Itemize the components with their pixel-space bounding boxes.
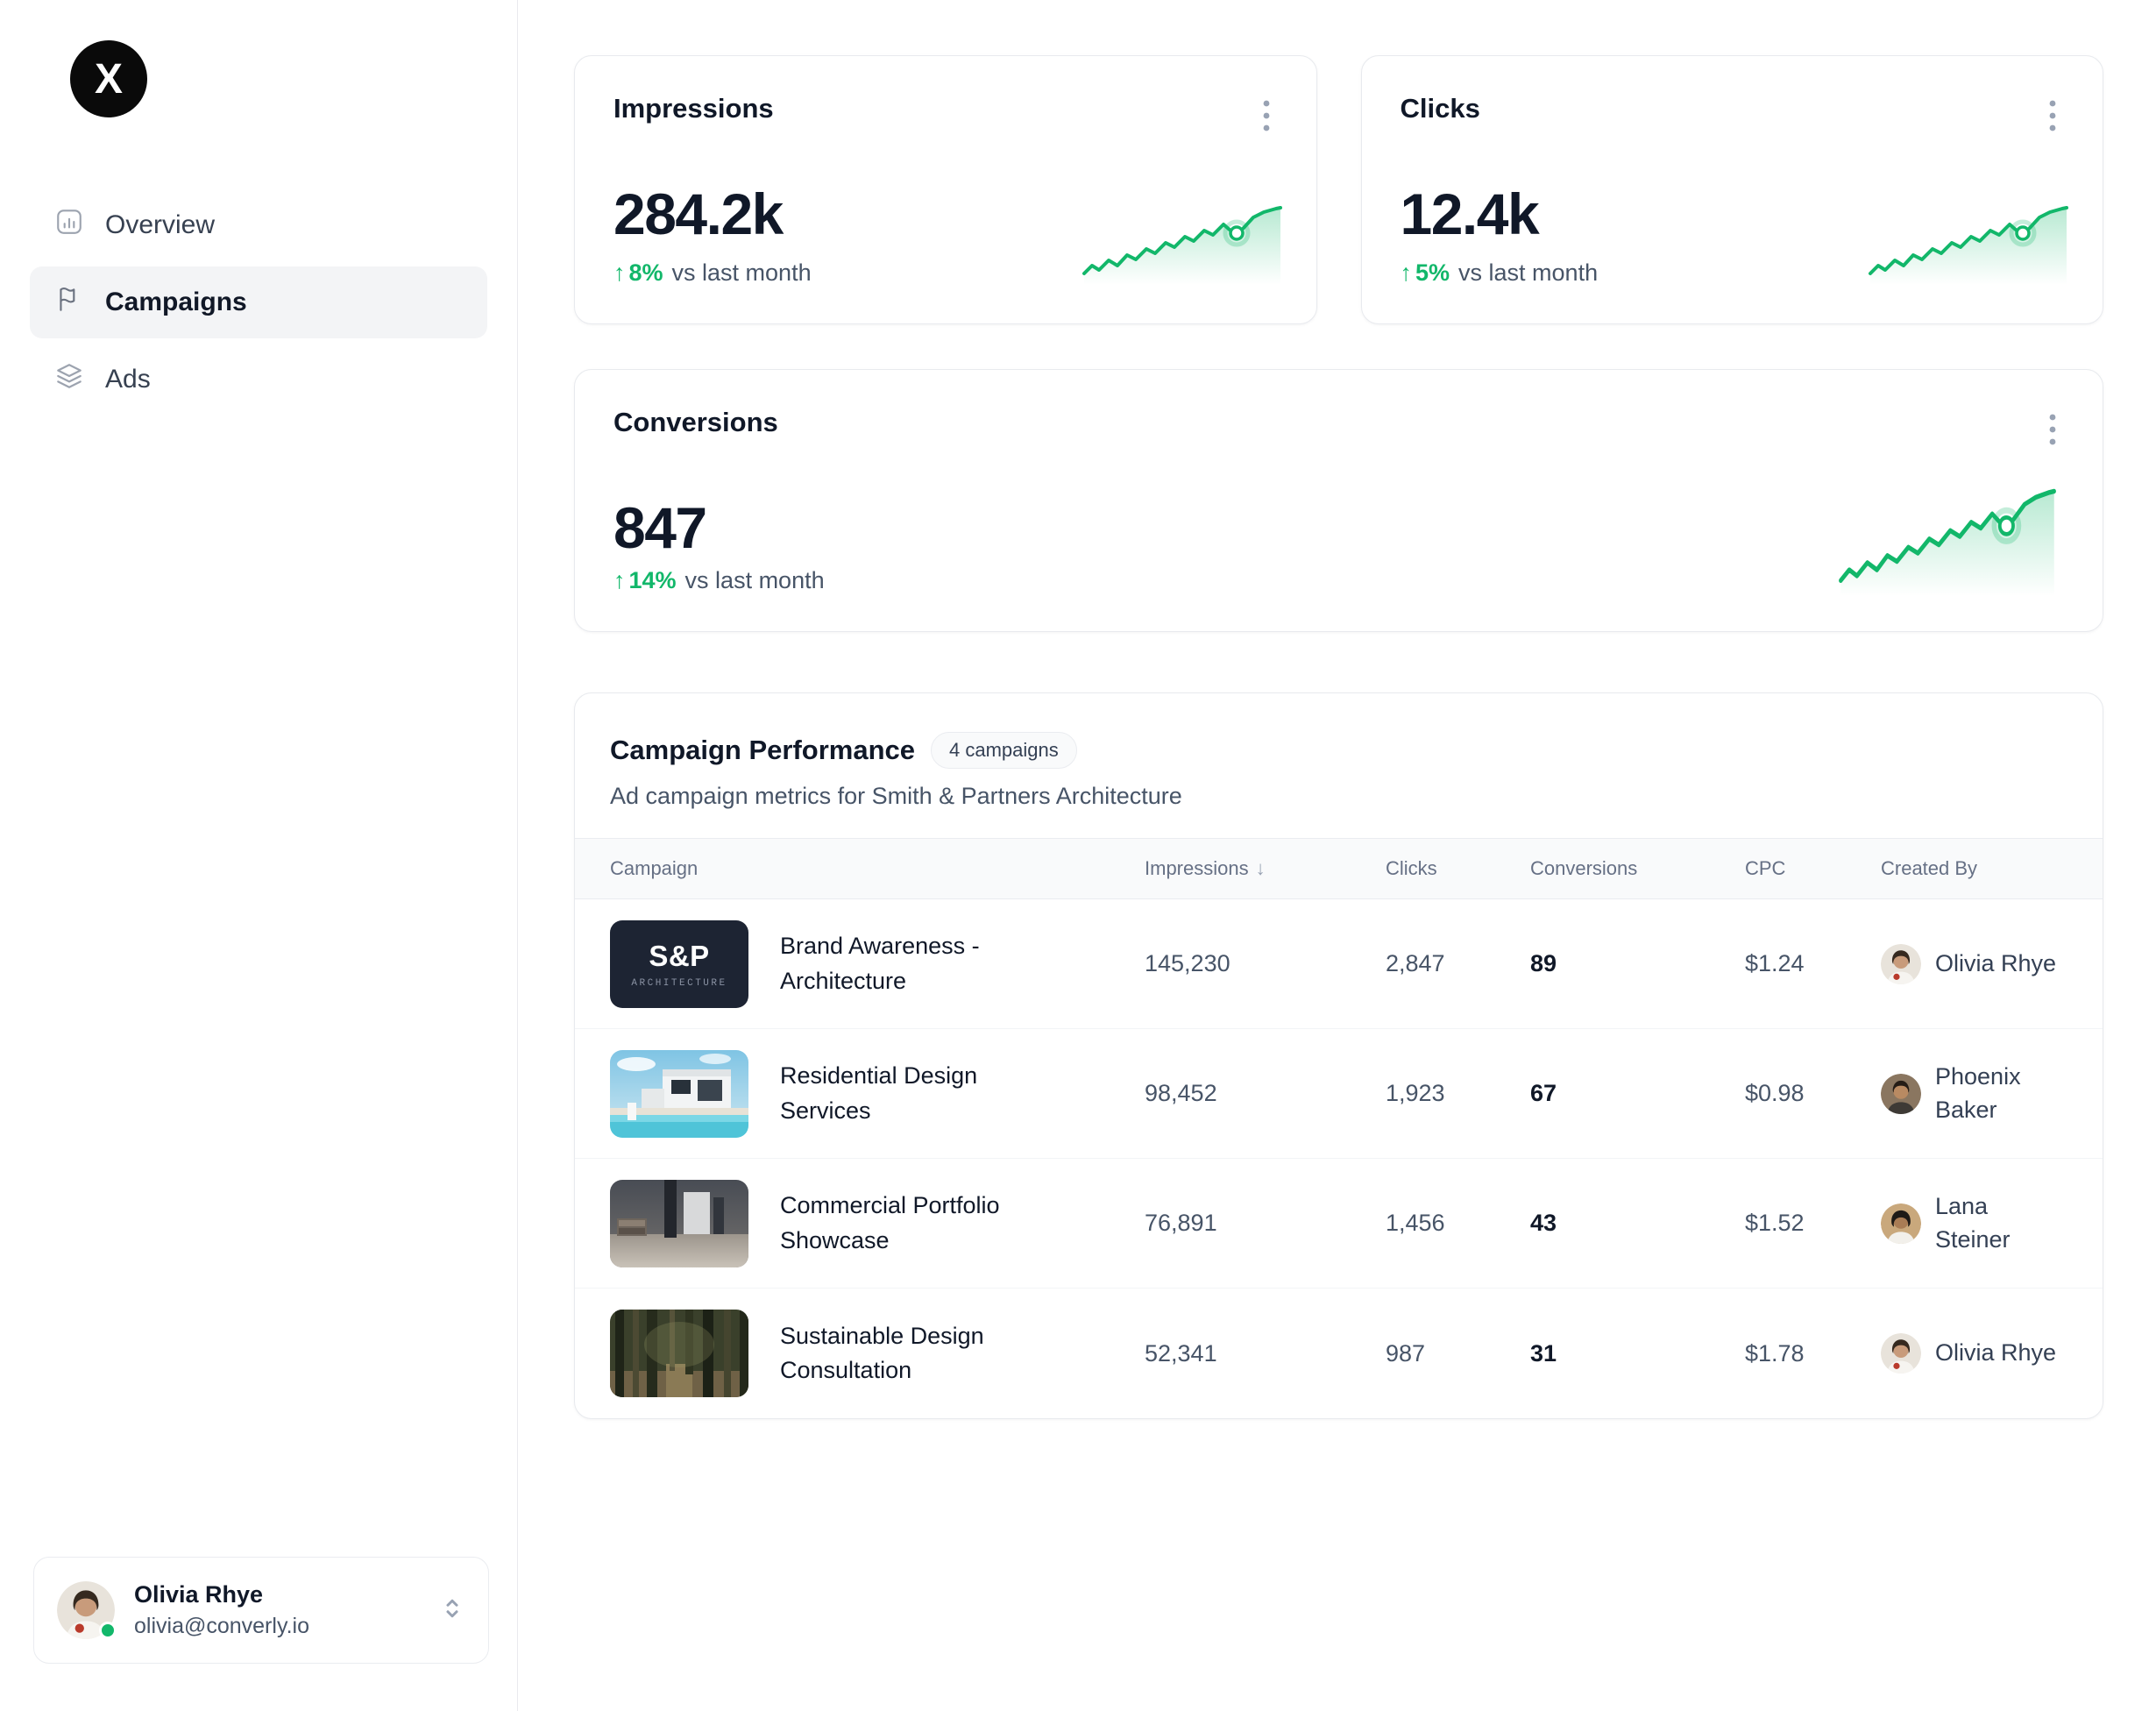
conversions-cell: 31: [1530, 1340, 1745, 1367]
impressions-cell: 76,891: [1145, 1210, 1386, 1237]
sort-desc-icon: ↓: [1256, 857, 1266, 880]
delta-up: ↑5%: [1401, 259, 1450, 287]
avatar: [1881, 1074, 1921, 1114]
clicks-cell: 1,456: [1386, 1210, 1530, 1237]
house-photo-thumbnail: [610, 1050, 748, 1138]
arrow-up-icon: ↑: [1401, 259, 1413, 287]
delta-suffix: vs last month: [1458, 259, 1598, 287]
delta-suffix: vs last month: [685, 567, 825, 594]
x-logo-letter: X: [95, 55, 123, 103]
column-header-campaign[interactable]: Campaign: [610, 857, 1145, 880]
created-by-name: Olivia Rhye: [1935, 948, 2056, 981]
avatar: [1881, 1333, 1921, 1374]
sidebar-item-campaigns[interactable]: Campaigns: [30, 266, 487, 338]
table-row[interactable]: Commercial Portfolio Showcase 76,891 1,4…: [575, 1159, 2103, 1289]
campaign-count-badge: 4 campaigns: [931, 732, 1077, 769]
sidebar: X Overview Campaigns Ads: [0, 0, 518, 1711]
table-title: Campaign Performance: [610, 735, 915, 766]
clicks-cell: 2,847: [1386, 950, 1530, 977]
user-meta: Olivia Rhye olivia@converly.io: [134, 1581, 420, 1639]
delta-up: ↑14%: [613, 567, 677, 594]
cpc-cell: $1.78: [1745, 1340, 1881, 1367]
conversions-cell: 67: [1530, 1080, 1745, 1107]
clicks-cell: 1,923: [1386, 1080, 1530, 1107]
column-header-created-by[interactable]: Created By: [1881, 857, 2067, 880]
table-row[interactable]: Sustainable Design Consultation 52,341 9…: [575, 1289, 2103, 1418]
sidebar-item-label: Ads: [105, 365, 151, 394]
user-name: Olivia Rhye: [134, 1581, 420, 1608]
clicks-cell: 987: [1386, 1340, 1530, 1367]
campaign-name: Residential Design Services: [780, 1059, 1069, 1127]
sidebar-item-label: Overview: [105, 210, 215, 240]
table-row[interactable]: S&P ARCHITECTURE Brand Awareness - Archi…: [575, 899, 2103, 1029]
avatar: [1881, 1203, 1921, 1244]
interior-photo-thumbnail: [610, 1180, 748, 1267]
delta-suffix: vs last month: [672, 259, 812, 287]
sidebar-item-ads[interactable]: Ads: [30, 344, 487, 415]
created-by-name: Olivia Rhye: [1935, 1337, 2056, 1370]
sparkline-chart: [1838, 486, 2057, 596]
arrow-up-icon: ↑: [613, 259, 626, 287]
conversions-cell: 89: [1530, 950, 1745, 977]
impressions-card: Impressions 284.2k ↑8% vs last month: [574, 55, 1317, 324]
delta-percent: 14%: [629, 567, 677, 594]
impressions-cell: 98,452: [1145, 1080, 1386, 1107]
column-header-clicks[interactable]: Clicks: [1386, 857, 1530, 880]
campaign-name: Sustainable Design Consultation: [780, 1319, 1069, 1388]
kebab-menu-icon[interactable]: [2041, 407, 2064, 452]
dashboard-page: X Overview Campaigns Ads: [0, 0, 2156, 1711]
table-row[interactable]: Residential Design Services 98,452 1,923…: [575, 1029, 2103, 1159]
table-subtitle: Ad campaign metrics for Smith & Partners…: [610, 783, 2067, 810]
impressions-cell: 52,341: [1145, 1340, 1386, 1367]
sparkline-chart: [1082, 204, 1283, 285]
avatar: [57, 1581, 115, 1639]
table-header-block: Campaign Performance 4 campaigns Ad camp…: [575, 693, 2103, 838]
sidebar-nav: Overview Campaigns Ads: [30, 189, 487, 415]
chevron-up-down-icon[interactable]: [439, 1595, 465, 1626]
cpc-cell: $1.52: [1745, 1210, 1881, 1237]
impressions-cell: 145,230: [1145, 950, 1386, 977]
sparkline-chart: [1868, 204, 2069, 285]
conversions-cell: 43: [1530, 1210, 1745, 1237]
x-logo[interactable]: X: [70, 40, 147, 117]
clicks-card: Clicks 12.4k ↑5% vs last month: [1361, 55, 2104, 324]
delta-percent: 8%: [629, 259, 663, 287]
conversions-card: Conversions 847 ↑14% vs last month: [574, 369, 2103, 632]
sp-logo-thumbnail: S&P ARCHITECTURE: [610, 920, 748, 1008]
cpc-cell: $0.98: [1745, 1080, 1881, 1107]
sidebar-item-overview[interactable]: Overview: [30, 189, 487, 261]
forest-photo-thumbnail: [610, 1310, 748, 1397]
created-by-name: Lana Steiner: [1935, 1190, 2067, 1257]
arrow-up-icon: ↑: [613, 567, 626, 594]
layers-icon: [54, 361, 84, 398]
main-content: Impressions 284.2k ↑8% vs last month: [519, 0, 2156, 1711]
cpc-cell: $1.24: [1745, 950, 1881, 977]
campaign-name: Brand Awareness - Architecture: [780, 929, 1069, 997]
created-by-name: Phoenix Baker: [1935, 1061, 2067, 1127]
delta-percent: 5%: [1415, 259, 1450, 287]
table-column-headers: Campaign Impressions↓ Clicks Conversions…: [575, 838, 2103, 899]
flag-icon: [54, 284, 84, 321]
campaign-performance-card: Campaign Performance 4 campaigns Ad camp…: [574, 692, 2103, 1419]
conversions-card-title: Conversions: [613, 407, 778, 438]
column-header-conversions[interactable]: Conversions: [1530, 857, 1745, 880]
column-header-cpc[interactable]: CPC: [1745, 857, 1881, 880]
campaign-name: Commercial Portfolio Showcase: [780, 1189, 1069, 1257]
user-email: olivia@converly.io: [134, 1614, 420, 1639]
kebab-menu-icon[interactable]: [1255, 93, 1278, 138]
kebab-menu-icon[interactable]: [2041, 93, 2064, 138]
delta-up: ↑8%: [613, 259, 663, 287]
online-status-dot: [99, 1622, 117, 1639]
avatar: [1881, 944, 1921, 984]
stats-row: Impressions 284.2k ↑8% vs last month: [574, 55, 2103, 324]
user-profile-card[interactable]: Olivia Rhye olivia@converly.io: [33, 1557, 489, 1664]
impressions-card-title: Impressions: [613, 93, 774, 124]
column-header-impressions[interactable]: Impressions↓: [1145, 857, 1386, 880]
bar-chart-icon: [54, 207, 84, 244]
clicks-card-title: Clicks: [1401, 93, 1480, 124]
sidebar-item-label: Campaigns: [105, 288, 247, 317]
